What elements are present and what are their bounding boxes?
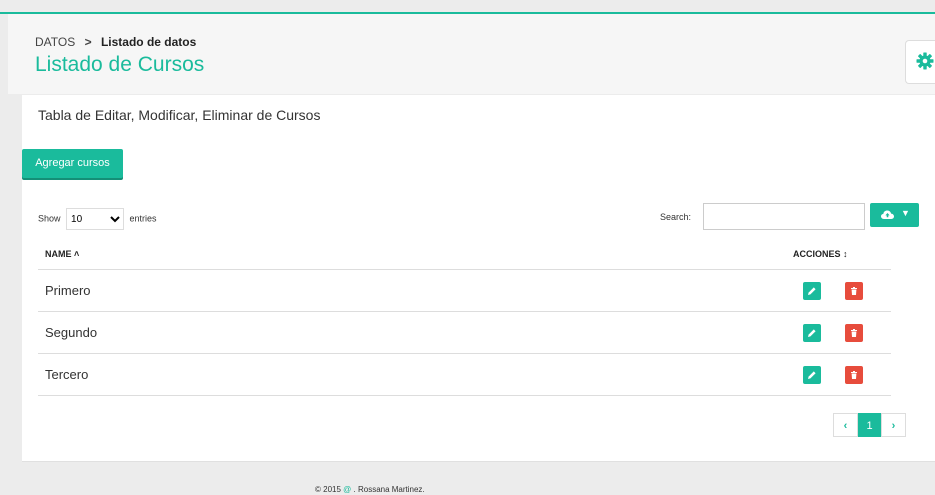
column-header-name[interactable]: NAME ˄ <box>38 239 793 270</box>
pagination-next[interactable]: › <box>881 413 906 437</box>
footer-at-link[interactable]: @ <box>343 485 351 494</box>
actions-cell <box>793 311 891 354</box>
delete-icon <box>850 328 857 337</box>
actions-cell <box>793 269 891 312</box>
course-name: Tercero <box>38 353 793 396</box>
actions-cell <box>793 353 891 396</box>
edit-button[interactable] <box>803 365 821 384</box>
courses-panel: Tabla de Editar, Modificar, Eliminar de … <box>22 95 935 462</box>
delete-button[interactable] <box>844 281 863 300</box>
page-title: Listado de Cursos <box>35 53 205 76</box>
edit-icon <box>808 286 816 295</box>
cloud-icon <box>881 210 894 219</box>
breadcrumb-separator: > <box>84 35 92 49</box>
edit-button[interactable] <box>803 323 821 342</box>
table-row: Primero <box>38 269 891 312</box>
entries-label: entries <box>129 213 157 224</box>
edit-icon <box>808 370 816 379</box>
courses-table: NAME ˄ ACCIONES ↕ Primero Segundo Tercer… <box>38 239 891 396</box>
entries-length-control: Show 10 entries <box>38 208 157 230</box>
footer-author: . Rossana Martinez. <box>353 485 425 494</box>
footer-copyright: © 2015 <box>315 485 341 494</box>
panel-title: Tabla de Editar, Modificar, Eliminar de … <box>38 107 321 123</box>
table-row: Tercero <box>38 353 891 396</box>
table-row: Segundo <box>38 311 891 354</box>
pagination-page[interactable]: 1 <box>858 413 881 437</box>
delete-button[interactable] <box>844 323 863 342</box>
show-label: Show <box>38 213 61 224</box>
delete-button[interactable] <box>844 365 863 384</box>
breadcrumb-root[interactable]: DATOS <box>35 35 75 49</box>
add-course-button[interactable]: Agregar cursos <box>22 149 123 178</box>
delete-icon <box>850 286 857 295</box>
pagination-prev[interactable]: ‹ <box>833 413 858 437</box>
search-input[interactable] <box>703 203 865 230</box>
edit-icon <box>808 328 816 337</box>
course-name: Primero <box>38 269 793 312</box>
export-dropdown-button[interactable]: ▼ <box>870 203 919 227</box>
pagination: ‹ 1 › <box>833 413 906 437</box>
breadcrumb: DATOS > Listado de datos <box>35 35 196 49</box>
chevron-down-icon: ▼ <box>901 208 910 218</box>
breadcrumb-current: Listado de datos <box>100 35 197 49</box>
gear-icon <box>916 52 934 70</box>
entries-select[interactable]: 10 <box>66 208 125 230</box>
footer: © 2015 @ . Rossana Martinez. <box>315 485 425 494</box>
delete-icon <box>850 370 857 379</box>
edit-button[interactable] <box>803 281 821 300</box>
settings-tab[interactable] <box>905 40 935 84</box>
table-header-row: NAME ˄ ACCIONES ↕ <box>38 239 891 270</box>
column-header-actions[interactable]: ACCIONES ↕ <box>793 239 891 270</box>
course-name: Segundo <box>38 311 793 354</box>
search-label: Search: <box>660 212 692 222</box>
